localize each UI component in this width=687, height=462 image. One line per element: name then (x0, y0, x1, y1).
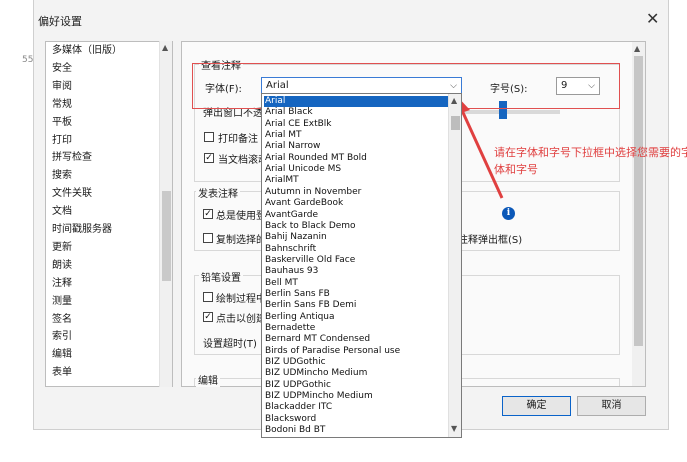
font-option[interactable]: Arial Rounded MT Bold (264, 153, 448, 164)
edit-group-title: 编辑 (196, 372, 220, 387)
font-option[interactable]: Blacksword (264, 414, 448, 425)
category-item[interactable]: 签名 (52, 311, 72, 329)
scroll-down-icon[interactable]: ▼ (451, 424, 457, 433)
category-scrollbar[interactable]: ▲ (159, 41, 172, 387)
dialog-title: 偏好设置 (38, 15, 82, 28)
font-option[interactable]: Blackadder ITC (264, 402, 448, 413)
print-notes-label: 打印备注 (218, 134, 258, 145)
font-option[interactable]: BIZ UDGothic (264, 357, 448, 368)
category-item[interactable]: 注释 (52, 275, 72, 293)
font-option[interactable]: Arial Narrow (264, 141, 448, 152)
ok-button[interactable]: 确定 (502, 396, 571, 416)
category-list[interactable]: 多媒体（旧版） 安全 审阅 常规 平板 打印 拼写检查 搜索 文件关联 文档 时间戳服务器 更新 朗读注… (45, 41, 173, 387)
font-option[interactable]: Berlin Sans FB Demi (264, 300, 448, 311)
category-item[interactable]: 更新 (52, 239, 72, 257)
font-option[interactable]: AvantGarde (264, 210, 448, 221)
click-create-label: 点击以创建 (216, 314, 266, 325)
category-item[interactable]: 时间戳服务器 (52, 221, 112, 239)
category-item[interactable]: 搜索 (52, 167, 72, 185)
font-option[interactable]: Berling Antiqua (264, 312, 448, 323)
category-item[interactable]: 表单 (52, 364, 72, 382)
popup-text-label: 注释弹出框(S) (458, 235, 523, 246)
font-option[interactable]: Arial (264, 96, 448, 107)
font-option[interactable]: Back to Black Demo (264, 221, 448, 232)
background-window-fragment: 555 (22, 55, 40, 65)
category-item[interactable]: 文档 (52, 203, 72, 221)
cancel-button[interactable]: 取消 (577, 396, 646, 416)
timeout-label: 设置超时(T) (203, 339, 257, 350)
draw-label: 绘制过程中 (216, 294, 266, 305)
close-icon[interactable]: ✕ (646, 9, 659, 28)
font-option[interactable]: Bahij Nazanin (264, 232, 448, 243)
category-item[interactable]: 常规 (52, 96, 72, 114)
font-option[interactable]: Berlin Sans FB (264, 289, 448, 300)
font-option[interactable]: BIZ UDPGothic (264, 380, 448, 391)
category-item[interactable]: 编辑 (52, 346, 72, 364)
font-option[interactable]: Arial Unicode MS (264, 164, 448, 175)
font-option[interactable]: Bahnschrift (264, 244, 448, 255)
category-item[interactable]: 测量 (52, 293, 72, 311)
category-item[interactable]: ... (52, 382, 62, 386)
category-item[interactable]: 平板 (52, 114, 72, 132)
font-option[interactable]: Autumn in November (264, 187, 448, 198)
category-item[interactable]: 审阅 (52, 78, 72, 96)
font-option[interactable]: Avant GardeBook (264, 198, 448, 209)
panel-scrollbar[interactable]: ▲ (632, 42, 645, 386)
draw-checkbox[interactable] (203, 292, 213, 302)
font-option[interactable]: Arial Black (264, 107, 448, 118)
font-option[interactable]: Arial MT (264, 130, 448, 141)
scroll-thumb[interactable] (451, 116, 460, 130)
scroll-thumb[interactable] (634, 56, 643, 346)
copy-selection-label: 复制选择的 (216, 235, 266, 246)
dropdown-scrollbar[interactable]: ▲ ▼ (448, 94, 461, 437)
font-option[interactable]: Arial CE ExtBlk (264, 119, 448, 130)
font-option[interactable]: Bauhaus 93 (264, 266, 448, 277)
font-option[interactable]: Bodoni Bd BT (264, 425, 448, 436)
category-item[interactable]: 朗读 (52, 257, 72, 275)
category-item[interactable]: 索引 (52, 328, 72, 346)
category-item[interactable]: 打印 (52, 132, 72, 150)
click-create-checkbox[interactable]: ✓ (203, 312, 213, 322)
font-option[interactable]: ArialMT (264, 175, 448, 186)
scroll-up-icon[interactable]: ▲ (451, 96, 457, 105)
category-item[interactable]: 文件关联 (52, 185, 92, 203)
publish-comments-title: 发表注释 (196, 185, 240, 200)
font-option[interactable]: Bernadette (264, 323, 448, 334)
font-option[interactable]: BIZ UDPMincho Medium (264, 391, 448, 402)
copy-selection-checkbox[interactable] (203, 233, 213, 243)
category-item[interactable]: 拼写检查 (52, 149, 92, 167)
info-icon[interactable]: i (502, 207, 515, 220)
always-use-checkbox[interactable]: ✓ (203, 209, 213, 219)
scroll-thumb[interactable] (162, 191, 171, 281)
font-option[interactable]: Baskerville Old Face (264, 255, 448, 266)
scroll-up-icon[interactable]: ▲ (162, 43, 168, 52)
scroll-checkbox[interactable]: ✓ (204, 153, 214, 163)
font-option[interactable]: Birds of Paradise Personal use (264, 346, 448, 357)
font-option[interactable]: BIZ UDMincho Medium (264, 368, 448, 379)
print-notes-checkbox[interactable] (204, 132, 214, 142)
font-option[interactable]: Bernard MT Condensed (264, 334, 448, 345)
font-option[interactable]: Bell MT (264, 278, 448, 289)
category-item[interactable]: 安全 (52, 60, 72, 78)
scroll-up-icon[interactable]: ▲ (634, 44, 640, 53)
always-use-label: 总是使用登 (216, 211, 266, 222)
category-item[interactable]: 多媒体（旧版） (52, 42, 122, 60)
annotation-text: 请在字体和字号下拉框中选择您需要的字体和字号 (494, 146, 687, 176)
pencil-settings-title: 铅笔设置 (199, 269, 243, 284)
font-dropdown-list[interactable]: Arial Arial Black Arial CE ExtBlk Arial MT A… (261, 93, 462, 438)
